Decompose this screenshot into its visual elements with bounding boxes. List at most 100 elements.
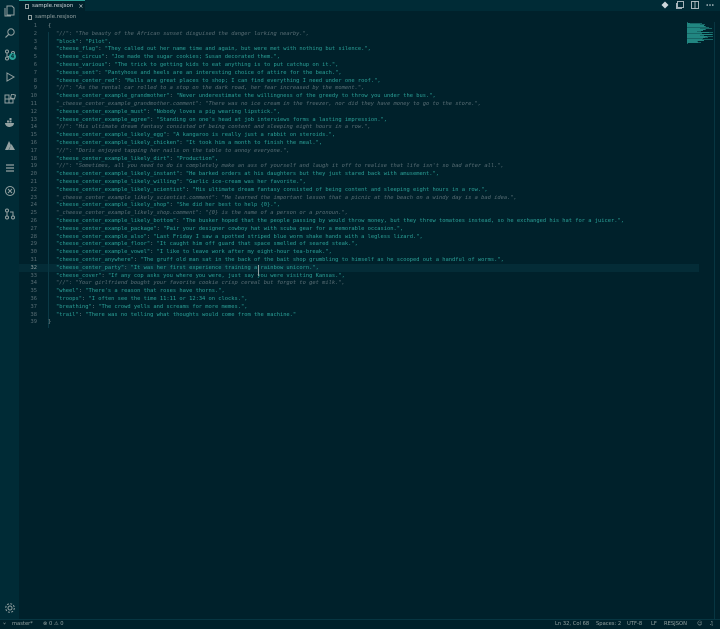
code-editor[interactable]: 1{2 "//": "The beauty of the African suns… xyxy=(19,22,706,619)
code-line[interactable]: 19 "//": "Sometimes, all you need to do i… xyxy=(19,162,699,170)
line-number: 30 xyxy=(30,249,38,256)
line-number: 16 xyxy=(30,140,38,146)
code-line[interactable]: 24 "cheese_center_example_likely_shop": "… xyxy=(19,201,699,209)
code-line[interactable]: 11 "_cheese_center_example_grandmother.co… xyxy=(19,100,699,108)
code-line[interactable]: 2 "//": "The beauty of the African sunset… xyxy=(19,30,699,38)
breadcrumb[interactable]: sample.resjson xyxy=(28,13,76,21)
minimap-line xyxy=(687,42,702,44)
code-line[interactable]: 18 "cheese_center_example_likely_dirt": "… xyxy=(19,155,699,163)
json-key: "trail" xyxy=(56,311,79,318)
feedback-icon[interactable]: ☺ xyxy=(697,621,702,627)
code-line[interactable]: 17 "//": "Doris enjoyed tapping her nails… xyxy=(19,147,699,155)
open-changes-icon[interactable] xyxy=(676,1,684,9)
live-share-icon[interactable] xyxy=(3,184,16,197)
punctuation: } xyxy=(48,319,52,326)
line-number: 17 xyxy=(30,147,38,154)
json-key: "cheese_circus" xyxy=(56,54,105,61)
cursor-position[interactable]: Ln 32, Col 68 xyxy=(555,621,589,627)
code-line[interactable]: 1{ xyxy=(19,22,699,30)
line-text: "troops": "I often see the time 11:11 or… xyxy=(56,295,248,303)
code-line[interactable]: 31 "cheese_center_anywhere": "The gruff o… xyxy=(19,256,699,264)
code-line[interactable]: 14 "//": "His ultimate dream fantasy cons… xyxy=(19,123,699,131)
line-text: "cheese_center_example_grandmother": "Ne… xyxy=(56,92,436,100)
code-line[interactable]: 3 "block": "Pilot", xyxy=(19,38,699,46)
diamond-icon[interactable] xyxy=(661,1,669,9)
split-editor-icon[interactable] xyxy=(691,1,699,9)
code-line[interactable]: 9 "//": "As the rental car rolled to a st… xyxy=(19,84,699,92)
code-line[interactable]: 39} xyxy=(19,318,699,326)
code-line[interactable]: 29 "cheese_center_example_floor": "It cau… xyxy=(19,240,699,248)
code-line[interactable]: 15 "cheese_center_example_likely_egg": "A… xyxy=(19,131,699,139)
json-key: "cheese_center_party" xyxy=(56,264,125,271)
code-line[interactable]: 5 "cheese_circus": "Joe made the sugar co… xyxy=(19,53,699,61)
azure-icon[interactable] xyxy=(3,139,16,152)
code-line[interactable]: 23 "_cheese_center_example_likely_scienti… xyxy=(19,194,699,202)
line-number: 25 xyxy=(30,210,38,217)
code-line[interactable]: 32 "cheese_center_party": "It was her fir… xyxy=(19,263,699,272)
run-debug-icon[interactable] xyxy=(3,70,16,83)
code-line[interactable]: 21 "cheese_center_example_likely_willing"… xyxy=(19,178,699,186)
code-line[interactable]: 30 "cheese_center_example_vowel": "I like… xyxy=(19,248,699,256)
line-number: 24 xyxy=(30,202,38,209)
explorer-icon[interactable] xyxy=(3,4,16,17)
database-icon[interactable] xyxy=(3,161,16,174)
json-value: "Pilot", xyxy=(85,38,112,45)
code-line[interactable]: 37 "breathing": "The crowd yells and scre… xyxy=(19,303,699,311)
line-text: { xyxy=(48,22,51,30)
code-line[interactable]: 38 "trail": "There was no telling what th… xyxy=(19,311,699,319)
tab-bar: sample.resjson × xyxy=(19,0,720,11)
code-line[interactable]: 13 "cheese_center_example_agree": "Standi… xyxy=(19,116,699,124)
json-value: "The crowd yells and screams for more me… xyxy=(98,303,248,310)
search-icon[interactable] xyxy=(3,26,16,39)
branch-label[interactable]: master* xyxy=(12,621,33,627)
settings-gear-icon[interactable] xyxy=(3,601,16,614)
comment-token: "//": "As the rental car rolled to a sto… xyxy=(56,85,365,92)
json-value: "A kangaroo is really just a rabbit on s… xyxy=(172,132,336,139)
pull-requests-icon[interactable] xyxy=(3,207,16,220)
more-actions-icon[interactable] xyxy=(706,1,714,9)
tab-sample-resjson[interactable]: sample.resjson × xyxy=(19,0,85,11)
code-line[interactable]: 10 "cheese_center_example_grandmother": "… xyxy=(19,92,699,100)
code-line[interactable]: 35 "wheel": "There's a reason that roses … xyxy=(19,287,699,295)
json-value: "Malls are great places to shop; I can f… xyxy=(124,77,381,84)
json-key: "cheese_center_example_likely_dirt" xyxy=(56,155,170,162)
code-line[interactable]: 27 "cheese_center_example_package": "Pair… xyxy=(19,225,699,233)
line-text: "//": "Your girlfriend bought your favor… xyxy=(56,279,345,287)
line-number: 13 xyxy=(30,116,38,123)
code-line[interactable]: 20 "cheese_center_example_likely_instant"… xyxy=(19,170,699,178)
line-text: "cheese_center_example_likely_instant": … xyxy=(56,170,439,178)
docker-icon[interactable] xyxy=(3,116,16,129)
code-line[interactable]: 34 "//": "Your girlfriend bought your fav… xyxy=(19,279,699,287)
line-text: "cheese_center_example_likely_shop": "Sh… xyxy=(56,201,280,209)
line-text: "cheese_center_example_likely_dirt": "Pr… xyxy=(56,155,218,163)
code-line[interactable]: 8 "cheese_center_red": "Malls are great p… xyxy=(19,77,699,85)
line-text: "cheese_center_example_agree": "Standing… xyxy=(56,116,387,124)
problems-status[interactable]: ⊗ 0 ⚠ 0 xyxy=(43,621,64,627)
code-line[interactable]: 6 "cheese_various": "The trick to getting… xyxy=(19,61,699,69)
json-key: "cheese_center_example_likely_chicken" xyxy=(56,140,180,146)
line-number: 11 xyxy=(30,101,38,107)
code-line[interactable]: 22 "cheese_center_example_likely_scientis… xyxy=(19,186,699,194)
branch-status[interactable]: ⑂ xyxy=(3,621,6,627)
encoding[interactable]: UTF-8 xyxy=(627,621,642,627)
code-line[interactable]: 26 "cheese_center_example_likely_bottom":… xyxy=(19,217,699,225)
close-tab-icon[interactable]: × xyxy=(78,3,83,10)
code-line[interactable]: 25 "_cheese_center_example_likely_shop.co… xyxy=(19,209,699,217)
source-control-badge: 4 xyxy=(9,53,16,60)
indentation[interactable]: Spaces: 2 xyxy=(596,621,621,627)
code-line[interactable]: 33 "cheese_cover": "If any cop asks you w… xyxy=(19,272,699,280)
code-line[interactable]: 4 "cheese_flag": "They called out her nam… xyxy=(19,45,699,53)
line-number: 21 xyxy=(30,179,38,185)
code-line[interactable]: 12 "cheese_center_example_must": "Nobody … xyxy=(19,108,699,116)
code-line[interactable]: 7 "cheese_sent": "Pantyhose and heels are… xyxy=(19,69,699,77)
minimap[interactable] xyxy=(686,22,714,44)
end-of-line[interactable]: LF xyxy=(651,621,657,627)
vertical-scrollbar[interactable] xyxy=(714,22,720,619)
code-line[interactable]: 16 "cheese_center_example_likely_chicken"… xyxy=(19,139,699,147)
code-line[interactable]: 36 "troops": "I often see the time 11:11 … xyxy=(19,295,699,303)
notifications-icon[interactable]: ♫ xyxy=(709,621,714,627)
activity-bar: 4 xyxy=(0,0,19,619)
extensions-icon[interactable] xyxy=(3,93,16,106)
code-line[interactable]: 28 "cheese_center_example_also": "Last Fr… xyxy=(19,233,699,241)
language-mode[interactable]: RESJSON xyxy=(664,621,687,627)
